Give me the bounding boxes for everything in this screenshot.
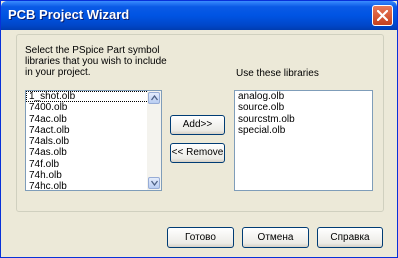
scroll-up-button[interactable] xyxy=(148,92,160,104)
scroll-down-button[interactable] xyxy=(148,177,160,189)
finish-button[interactable]: Готово xyxy=(167,227,234,248)
used-library-item[interactable]: special.olb xyxy=(235,125,372,136)
scroll-up-arrow-icon xyxy=(151,95,158,101)
title-bar[interactable]: PCB Project Wizard xyxy=(1,1,397,30)
available-libraries-list[interactable]: 1_shot.olb 7400.olb 74ac.olb 74act.olb 74als… xyxy=(25,90,162,191)
available-library-item[interactable]: 74ac.olb xyxy=(26,114,161,125)
close-icon xyxy=(377,10,388,21)
available-library-item[interactable]: 74as.olb xyxy=(26,147,161,158)
instructions-text: Select the PSpice Part symbol libraries … xyxy=(25,45,167,78)
vertical-scrollbar[interactable] xyxy=(147,91,161,190)
available-library-item[interactable]: 74act.olb xyxy=(26,125,161,136)
close-button[interactable] xyxy=(372,5,393,26)
available-library-item[interactable]: 74als.olb xyxy=(26,136,161,147)
add-button[interactable]: Add>> xyxy=(170,115,225,135)
cancel-button[interactable]: Отмена xyxy=(242,227,309,248)
used-library-item[interactable]: sourcstm.olb xyxy=(235,114,372,125)
wizard-dialog: PCB Project Wizard Select the PSpice Par… xyxy=(0,0,398,258)
available-items: 1_shot.olb 7400.olb 74ac.olb 74act.olb 74als… xyxy=(26,91,161,190)
window-title: PCB Project Wizard xyxy=(8,7,130,22)
available-library-item[interactable]: 1_shot.olb xyxy=(26,91,161,103)
used-libraries-list[interactable]: analog.olb source.olb sourcstm.olb special.… xyxy=(234,90,373,191)
available-library-item[interactable]: 74h.olb xyxy=(26,170,161,181)
scroll-down-arrow-icon xyxy=(151,180,158,186)
used-library-item[interactable]: source.olb xyxy=(235,102,372,113)
available-library-item[interactable]: 7400.olb xyxy=(26,102,161,113)
used-libraries-label: Use these libraries xyxy=(236,68,319,79)
available-library-item[interactable]: 74hc.olb xyxy=(26,181,161,190)
remove-button[interactable]: << Remove xyxy=(170,143,225,163)
help-button[interactable]: Справка xyxy=(317,227,383,248)
available-library-item[interactable]: 74f.olb xyxy=(26,159,161,170)
used-items: analog.olb source.olb sourcstm.olb special.… xyxy=(235,91,372,136)
used-library-item[interactable]: analog.olb xyxy=(235,91,372,102)
